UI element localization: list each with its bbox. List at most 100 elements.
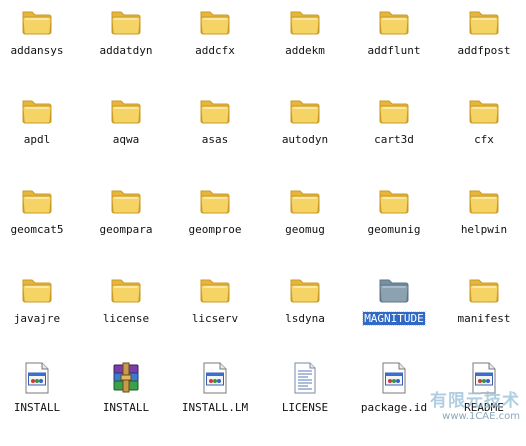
file-item[interactable]: manifest — [440, 271, 526, 357]
file-item-label: helpwin — [434, 223, 526, 236]
file-item-label: addatdyn — [76, 44, 176, 57]
file-item[interactable]: geomcat5 — [0, 182, 81, 268]
file-item-label: aqwa — [76, 133, 176, 146]
file-item[interactable]: addekm — [261, 3, 349, 89]
file-item-label: geomcat5 — [0, 223, 87, 236]
file-item-label-text: geompara — [99, 223, 153, 236]
file-item-label-text: addekm — [285, 44, 325, 57]
winrar-archive-icon — [108, 360, 144, 396]
file-item-label: apdl — [0, 133, 87, 146]
folder-icon — [466, 271, 502, 307]
folder-icon — [197, 182, 233, 218]
folder-icon — [287, 3, 323, 39]
file-item[interactable]: cart3d — [350, 92, 438, 178]
folder-icon — [108, 271, 144, 307]
folder-icon — [466, 92, 502, 128]
executable-icon — [376, 360, 412, 396]
file-item[interactable]: addatdyn — [82, 3, 170, 89]
file-item[interactable]: README — [440, 360, 526, 446]
file-item[interactable]: LICENSE — [261, 360, 349, 446]
file-item-label-text: MAGNITUDE — [362, 311, 426, 326]
file-item-label-text: javajre — [13, 312, 61, 325]
file-item-label-text: geomug — [285, 223, 325, 236]
file-item[interactable]: licserv — [171, 271, 259, 357]
file-item[interactable]: geomproe — [171, 182, 259, 268]
file-item-label: asas — [165, 133, 265, 146]
file-item[interactable]: geomug — [261, 182, 349, 268]
folder-icon — [287, 271, 323, 307]
file-item-label: addansys — [0, 44, 87, 57]
file-item[interactable]: package.id — [350, 360, 438, 446]
file-item[interactable]: geompara — [82, 182, 170, 268]
executable-icon — [197, 360, 233, 396]
file-item-label: INSTALL.LM — [165, 401, 265, 414]
file-item-label-text: manifest — [457, 312, 511, 325]
folder-icon — [19, 271, 55, 307]
file-item-label-text: asas — [201, 133, 229, 146]
folder-icon — [197, 271, 233, 307]
file-item[interactable]: autodyn — [261, 92, 349, 178]
folder-icon — [376, 3, 412, 39]
file-item-label: addfpost — [434, 44, 526, 57]
file-item-label: geompara — [76, 223, 176, 236]
folder-icon — [108, 92, 144, 128]
file-item-label-text: LICENSE — [281, 401, 329, 414]
file-item[interactable]: apdl — [0, 92, 81, 178]
file-item-label: lsdyna — [255, 312, 355, 325]
file-item-label-text: addflunt — [367, 44, 421, 57]
file-item[interactable]: license — [82, 271, 170, 357]
file-item-label-text: package.id — [360, 401, 428, 414]
file-item[interactable]: addcfx — [171, 3, 259, 89]
file-item[interactable]: javajre — [0, 271, 81, 357]
folder-icon — [108, 3, 144, 39]
file-item-label: cfx — [434, 133, 526, 146]
file-item-label-text: addcfx — [195, 44, 235, 57]
file-item-label: geomproe — [165, 223, 265, 236]
folder-icon — [197, 3, 233, 39]
file-item-label-text: INSTALL.LM — [181, 401, 249, 414]
folder-icon — [108, 182, 144, 218]
file-item[interactable]: addfpost — [440, 3, 526, 89]
file-item[interactable]: lsdyna — [261, 271, 349, 357]
file-item[interactable]: addansys — [0, 3, 81, 89]
file-item[interactable]: cfx — [440, 92, 526, 178]
file-item-label-text: INSTALL — [102, 401, 150, 414]
file-item-label: README — [434, 401, 526, 414]
folder-icon — [19, 3, 55, 39]
file-item-label: addflunt — [344, 44, 444, 57]
file-item[interactable]: aqwa — [82, 92, 170, 178]
file-item[interactable]: addflunt — [350, 3, 438, 89]
file-item-label-text: README — [464, 401, 504, 414]
file-item-label-text: apdl — [23, 133, 51, 146]
file-item-label: addekm — [255, 44, 355, 57]
file-item-label-text: autodyn — [281, 133, 329, 146]
file-item[interactable]: geomunig — [350, 182, 438, 268]
file-item-label: package.id — [344, 401, 444, 414]
file-item-label-text: addatdyn — [99, 44, 153, 57]
file-item-label-text: geomproe — [188, 223, 242, 236]
file-item[interactable]: INSTALL.LM — [171, 360, 259, 446]
file-item-label-text: cfx — [474, 133, 494, 146]
file-item-label-text: aqwa — [112, 133, 140, 146]
file-item-label-text: geomunig — [367, 223, 421, 236]
folder-icon — [287, 92, 323, 128]
file-item[interactable]: helpwin — [440, 182, 526, 268]
file-item-label: MAGNITUDE — [344, 311, 444, 326]
folder-icon — [466, 182, 502, 218]
file-item-label-text: helpwin — [460, 223, 508, 236]
file-item-label-text: license — [102, 312, 150, 325]
file-item-label: licserv — [165, 312, 265, 325]
folder-icon — [376, 92, 412, 128]
file-item[interactable]: INSTALL — [0, 360, 81, 446]
file-item-label: javajre — [0, 312, 87, 325]
file-item-label: license — [76, 312, 176, 325]
file-item[interactable]: MAGNITUDE — [350, 271, 438, 357]
file-item-label: addcfx — [165, 44, 265, 57]
folder-icon — [376, 271, 412, 307]
folder-icon — [287, 182, 323, 218]
file-item-label-text: cart3d — [374, 133, 414, 146]
file-item-label: LICENSE — [255, 401, 355, 414]
file-item[interactable]: asas — [171, 92, 259, 178]
file-item-label: INSTALL — [76, 401, 176, 414]
file-item[interactable]: INSTALL — [82, 360, 170, 446]
